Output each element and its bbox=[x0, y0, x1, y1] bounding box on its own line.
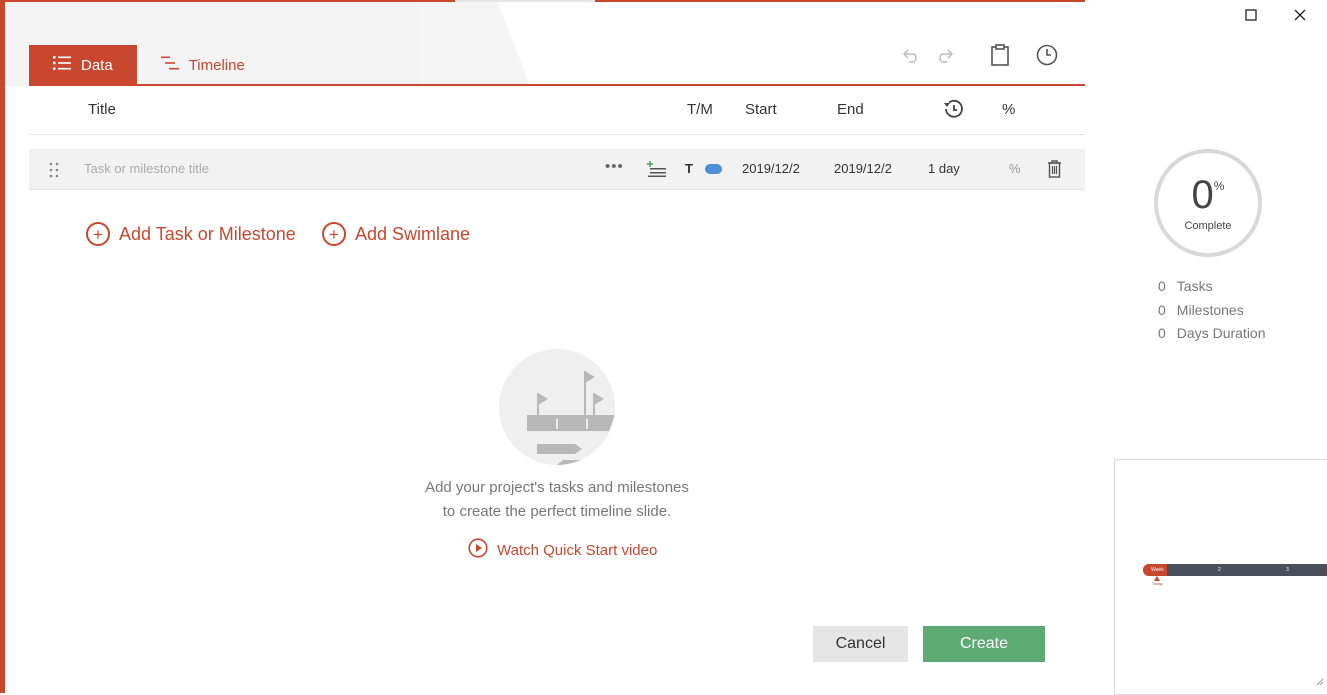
task-title-input[interactable]: Task or milestone title bbox=[84, 161, 209, 176]
tab-bar: Data Timeline bbox=[29, 45, 269, 85]
task-shape-pill[interactable] bbox=[705, 164, 722, 174]
empty-state-line-2: to create the perfect timeline slide. bbox=[442, 503, 672, 520]
task-row[interactable]: Task or milestone title ••• T 2019/12/2 … bbox=[29, 149, 1085, 190]
drag-handle-icon[interactable] bbox=[49, 162, 59, 181]
history-icon[interactable] bbox=[941, 98, 965, 124]
indent-icon[interactable] bbox=[646, 161, 666, 180]
plus-circle-icon: + bbox=[322, 222, 346, 246]
redo-button[interactable] bbox=[933, 44, 955, 70]
column-start[interactable]: Start bbox=[745, 101, 777, 118]
column-type[interactable]: T/M bbox=[687, 101, 713, 118]
column-title[interactable]: Title bbox=[88, 101, 116, 118]
empty-state-line-1: Add your project's tasks and milestones bbox=[425, 479, 689, 496]
stat-label: Tasks bbox=[1176, 278, 1213, 294]
tab-data[interactable]: Data bbox=[29, 45, 137, 85]
tab-timeline-label: Timeline bbox=[188, 56, 245, 74]
more-options-button[interactable]: ••• bbox=[605, 158, 624, 175]
column-end[interactable]: End bbox=[837, 101, 864, 118]
undo-button[interactable] bbox=[901, 44, 923, 70]
trash-icon[interactable] bbox=[1047, 160, 1062, 181]
list-icon bbox=[53, 56, 71, 74]
redo-icon bbox=[935, 47, 954, 68]
watch-video-link[interactable]: Watch Quick Start video bbox=[468, 538, 657, 562]
progress-value-wrap: 0% bbox=[1158, 173, 1258, 218]
header-background-slant bbox=[420, 0, 530, 86]
plus-circle-icon: + bbox=[86, 222, 110, 246]
watch-video-label: Watch Quick Start video bbox=[497, 541, 658, 559]
task-type-label[interactable]: T bbox=[685, 161, 693, 176]
progress-ring: 0% Complete bbox=[1154, 149, 1262, 257]
stat-count: 0 bbox=[1158, 302, 1166, 318]
stat-duration: 0 Days Duration bbox=[1158, 325, 1266, 341]
maximize-icon bbox=[1245, 8, 1257, 26]
preview-tick-2: 2 bbox=[1218, 567, 1221, 573]
tab-data-label: Data bbox=[81, 56, 113, 74]
cancel-button[interactable]: Cancel bbox=[813, 626, 908, 662]
task-start-date[interactable]: 2019/12/2 bbox=[742, 161, 800, 176]
add-swimlane-button[interactable]: + Add Swimlane bbox=[322, 222, 470, 246]
tab-timeline[interactable]: Timeline bbox=[137, 45, 269, 85]
clock-icon bbox=[1036, 44, 1058, 71]
close-icon bbox=[1294, 8, 1306, 26]
stat-tasks: 0 Tasks bbox=[1158, 278, 1213, 294]
resize-grip-icon[interactable] bbox=[1316, 673, 1324, 691]
stat-count: 0 bbox=[1158, 278, 1166, 294]
undo-icon bbox=[902, 47, 921, 68]
progress-label: Complete bbox=[1184, 220, 1232, 232]
add-task-label: Add Task or Milestone bbox=[119, 223, 296, 244]
window-top-border-gap bbox=[455, 0, 595, 2]
stat-label: Milestones bbox=[1176, 302, 1244, 318]
slide-preview[interactable]: Week 1 2 3 Today bbox=[1114, 459, 1327, 695]
empty-state-illustration bbox=[499, 349, 615, 465]
add-swimlane-label: Add Swimlane bbox=[355, 223, 471, 244]
timeline-icon bbox=[160, 56, 179, 74]
create-button[interactable]: Create bbox=[923, 626, 1045, 662]
task-end-date[interactable]: 2019/12/2 bbox=[834, 161, 892, 176]
stat-label: Days Duration bbox=[1176, 325, 1266, 341]
stat-count: 0 bbox=[1158, 325, 1166, 341]
add-task-button[interactable]: + Add Task or Milestone bbox=[86, 222, 296, 246]
window-left-border bbox=[0, 0, 5, 693]
play-circle-icon bbox=[468, 538, 488, 562]
task-duration[interactable]: 1 day bbox=[928, 161, 960, 176]
clock-button[interactable] bbox=[1034, 44, 1060, 70]
empty-state-text: Add your project's tasks and milestones … bbox=[400, 476, 714, 524]
stat-milestones: 0 Milestones bbox=[1158, 302, 1244, 318]
progress-value: 0 bbox=[1191, 173, 1214, 217]
preview-week-1: Week 1 bbox=[1143, 564, 1167, 585]
preview-timeline-bar: Week 1 2 3 bbox=[1143, 564, 1327, 585]
clipboard-icon bbox=[991, 43, 1009, 71]
column-header-row: Title T/M Start End % bbox=[29, 86, 1085, 135]
preview-today-label: Today bbox=[1152, 581, 1163, 586]
task-percent[interactable]: % bbox=[1009, 161, 1021, 176]
maximize-button[interactable] bbox=[1240, 6, 1262, 28]
clipboard-button[interactable] bbox=[988, 43, 1012, 71]
progress-symbol: % bbox=[1213, 179, 1225, 193]
preview-tick-3: 3 bbox=[1286, 567, 1289, 573]
close-button[interactable] bbox=[1289, 6, 1311, 28]
column-percent[interactable]: % bbox=[1002, 101, 1015, 118]
